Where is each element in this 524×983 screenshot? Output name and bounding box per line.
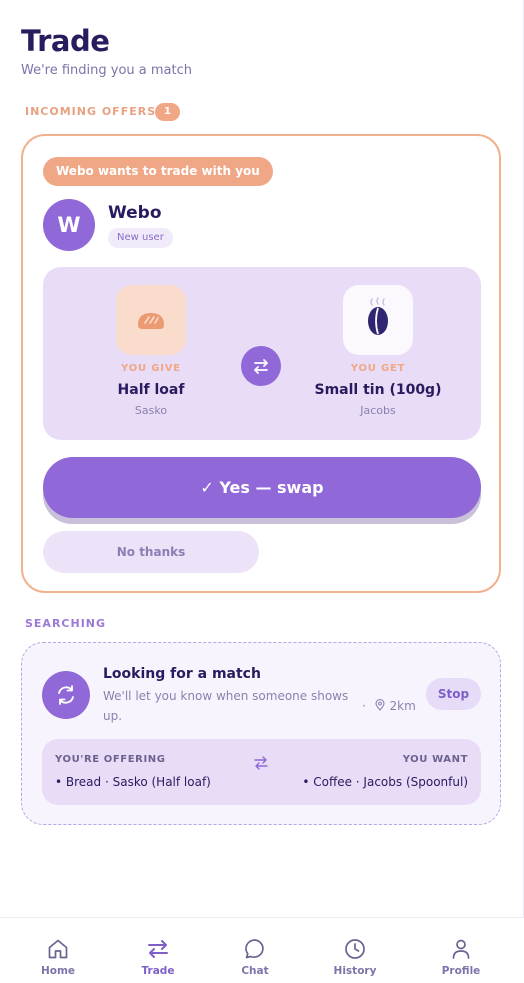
swap-arrows-icon bbox=[148, 940, 168, 958]
search-card: Looking for a match We'll let you know w… bbox=[21, 642, 501, 825]
distance-separator: · bbox=[362, 699, 366, 713]
incoming-offers-label: INCOMING OFFERS bbox=[25, 105, 157, 118]
get-item-name: Small tin (100g) bbox=[314, 382, 442, 398]
offer-banner: Webo wants to trade with you bbox=[43, 157, 273, 186]
search-status-title: Looking for a match bbox=[103, 666, 261, 682]
give-item-brand: Sasko bbox=[134, 404, 168, 417]
swap-details-panel: YOU GIVE Half loaf Sasko YOU GET Small t… bbox=[43, 267, 481, 440]
search-status-description: We'll let you know when someone shows up… bbox=[103, 689, 349, 723]
you-give-caption: YOU GIVE bbox=[121, 363, 181, 374]
tab-history[interactable]: History bbox=[305, 918, 405, 983]
person-icon bbox=[452, 939, 470, 959]
accept-swap-button[interactable]: ✓ Yes — swap bbox=[43, 457, 481, 518]
tab-trade-label: Trade bbox=[141, 965, 175, 977]
distance-readout: · 2km bbox=[362, 699, 416, 713]
distance-value: 2km bbox=[389, 699, 416, 713]
bottom-tab-bar: Home Trade Chat History Profile bbox=[0, 917, 524, 983]
page-subtitle: We're finding you a match bbox=[21, 63, 192, 78]
searching-label: SEARCHING bbox=[25, 617, 107, 630]
give-item-tile bbox=[116, 285, 186, 355]
swap-arrows-icon bbox=[254, 756, 268, 770]
want-value: • Coffee · Jacobs (Spoonful) bbox=[302, 775, 468, 789]
offering-value: • Bread · Sasko (Half loaf) bbox=[55, 775, 211, 789]
swap-arrows-icon bbox=[241, 346, 281, 386]
you-get-caption: YOU GET bbox=[350, 363, 406, 374]
new-user-badge: New user bbox=[108, 228, 173, 248]
avatar[interactable]: W bbox=[43, 199, 95, 251]
give-item-name: Half loaf bbox=[117, 382, 185, 398]
trade-screen: Trade We're finding you a match INCOMING… bbox=[0, 0, 524, 983]
tab-profile-label: Profile bbox=[441, 965, 481, 977]
clock-icon bbox=[345, 939, 365, 959]
stop-search-button[interactable]: Stop bbox=[426, 678, 481, 710]
home-icon bbox=[48, 939, 68, 959]
tab-history-label: History bbox=[333, 965, 377, 977]
get-item-brand: Jacobs bbox=[360, 404, 396, 417]
page-title: Trade bbox=[21, 24, 110, 58]
incoming-count-badge: 1 bbox=[155, 103, 180, 121]
location-pin-icon bbox=[375, 699, 385, 711]
refresh-icon bbox=[42, 671, 90, 719]
coffee-bean-icon bbox=[368, 297, 388, 335]
tab-chat[interactable]: Chat bbox=[205, 918, 305, 983]
decline-button[interactable]: No thanks bbox=[43, 531, 259, 573]
offer-card: Webo wants to trade with you W Webo New … bbox=[21, 134, 501, 593]
tab-home[interactable]: Home bbox=[8, 918, 108, 983]
want-label: YOU WANT bbox=[402, 754, 468, 765]
chat-bubble-icon bbox=[245, 939, 264, 959]
offering-label: YOU'RE OFFERING bbox=[55, 754, 166, 765]
tab-trade[interactable]: Trade bbox=[108, 918, 208, 983]
tab-profile[interactable]: Profile bbox=[411, 918, 511, 983]
tab-chat-label: Chat bbox=[241, 965, 269, 977]
exchange-summary: YOU'RE OFFERING • Bread · Sasko (Half lo… bbox=[42, 739, 481, 805]
tab-home-label: Home bbox=[40, 965, 76, 977]
trader-name: Webo bbox=[108, 203, 162, 223]
bread-icon bbox=[138, 313, 164, 329]
get-item-tile bbox=[343, 285, 413, 355]
